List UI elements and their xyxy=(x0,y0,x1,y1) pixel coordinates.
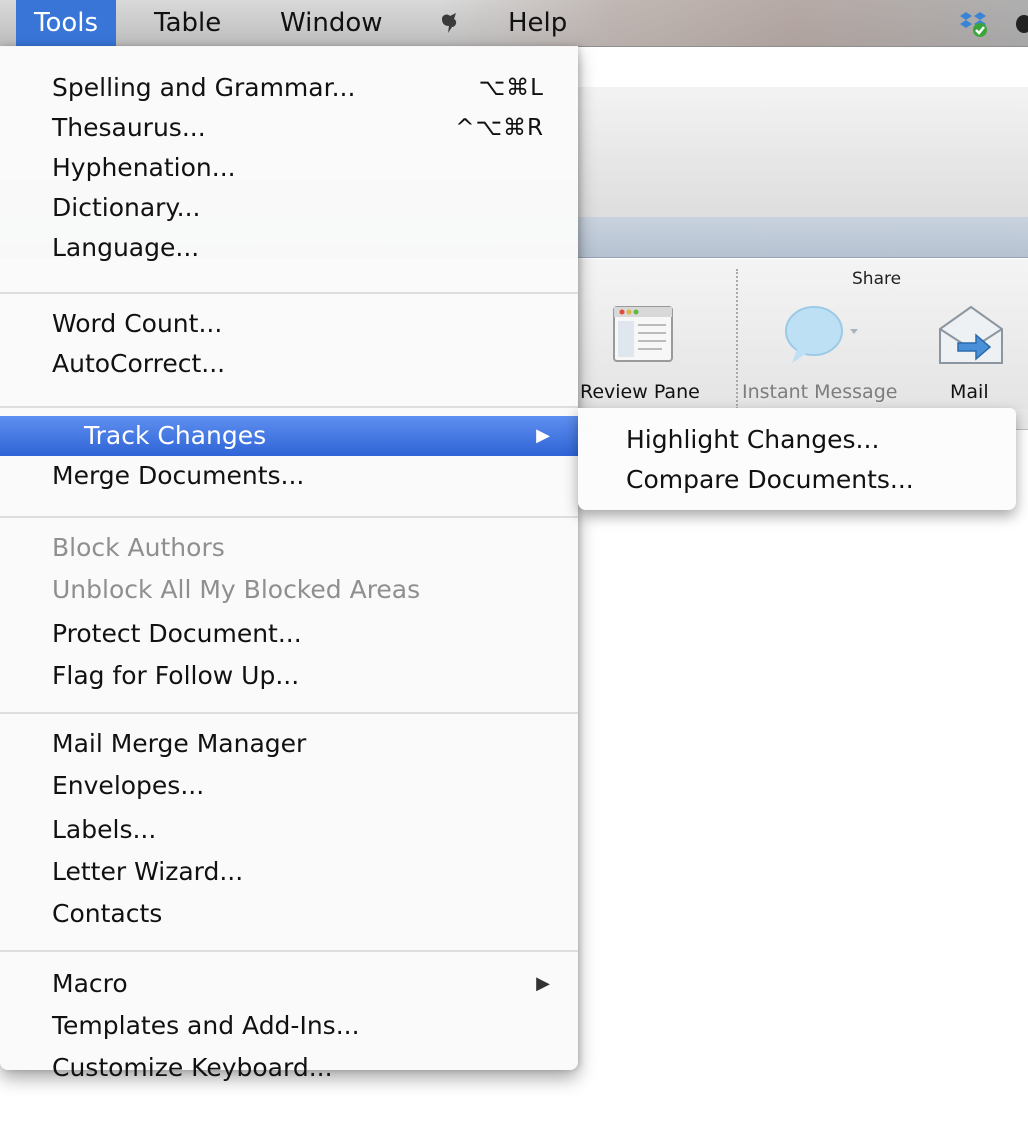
submenu-item-highlight-changes[interactable]: Highlight Changes... xyxy=(578,420,1016,460)
script-menu-icon[interactable] xyxy=(438,11,462,35)
review-pane-icon[interactable] xyxy=(612,305,674,363)
ribbon-group-separator xyxy=(736,269,738,409)
menu-bar: Tools Table Window Help xyxy=(0,0,1028,47)
mail-icon[interactable] xyxy=(936,303,1006,367)
menu-window[interactable]: Window xyxy=(262,0,401,46)
menu-item-spelling-and-grammar[interactable]: Spelling and Grammar... ⌥⌘L xyxy=(0,68,578,108)
menu-item-hyphenation[interactable]: Hyphenation... xyxy=(0,148,578,188)
share-group-label: Share xyxy=(852,269,902,289)
menu-item-letter-wizard[interactable]: Letter Wizard... xyxy=(0,852,578,892)
menu-item-unblock-all: Unblock All My Blocked Areas xyxy=(52,575,421,604)
menu-item-word-count[interactable]: Word Count... xyxy=(0,304,578,344)
menu-help[interactable]: Help xyxy=(490,0,585,46)
instant-message-icon[interactable] xyxy=(784,303,864,367)
status-menu-icon[interactable] xyxy=(1014,9,1028,37)
menu-item-mail-merge-manager[interactable]: Mail Merge Manager xyxy=(0,724,578,764)
menu-item-dictionary[interactable]: Dictionary... xyxy=(0,188,578,228)
submenu-item-compare-documents[interactable]: Compare Documents... xyxy=(578,460,1016,500)
mail-button[interactable]: Mail xyxy=(950,381,989,403)
instant-message-button[interactable]: Instant Message xyxy=(742,381,897,403)
dropbox-sync-icon[interactable] xyxy=(958,9,988,37)
menu-separator xyxy=(0,292,578,294)
menu-item-macro[interactable]: Macro ▶ xyxy=(0,964,578,1004)
shortcut-label: ^⌥⌘R xyxy=(455,115,544,141)
menu-item-envelopes[interactable]: Envelopes... xyxy=(0,766,578,806)
menu-item-thesaurus[interactable]: Thesaurus... ^⌥⌘R xyxy=(0,108,578,148)
menu-separator xyxy=(0,516,578,518)
menu-separator xyxy=(0,406,578,408)
menu-item-language[interactable]: Language... xyxy=(0,228,578,268)
review-pane-button[interactable]: Review Pane xyxy=(580,381,700,403)
tools-menu: Spelling and Grammar... ⌥⌘L Thesaurus...… xyxy=(0,46,578,1082)
menu-item-merge-documents[interactable]: Merge Documents... xyxy=(0,456,578,496)
track-changes-submenu: Highlight Changes... Compare Documents..… xyxy=(578,408,1016,510)
menu-separator xyxy=(0,712,578,714)
submenu-arrow-icon: ▶ xyxy=(536,973,550,994)
menu-separator xyxy=(0,950,578,952)
menu-item-protect-document[interactable]: Protect Document... xyxy=(0,614,578,654)
shortcut-label: ⌥⌘L xyxy=(478,75,544,101)
menu-item-track-changes[interactable]: Track Changes ▶ xyxy=(0,416,578,456)
submenu-arrow-icon: ▶ xyxy=(536,425,550,446)
menu-item-block-authors: Block Authors xyxy=(52,533,225,562)
menu-item-autocorrect[interactable]: AutoCorrect... xyxy=(0,344,578,384)
menu-item-labels[interactable]: Labels... xyxy=(0,810,578,850)
menu-table[interactable]: Table xyxy=(136,0,239,46)
menu-item-customize-keyboard[interactable]: Customize Keyboard... xyxy=(0,1048,578,1088)
menu-item-contacts[interactable]: Contacts xyxy=(0,894,578,934)
menu-item-templates-and-add-ins[interactable]: Templates and Add-Ins... xyxy=(0,1006,578,1046)
menu-tools[interactable]: Tools xyxy=(16,0,117,46)
menu-item-flag-for-follow-up[interactable]: Flag for Follow Up... xyxy=(0,656,578,696)
